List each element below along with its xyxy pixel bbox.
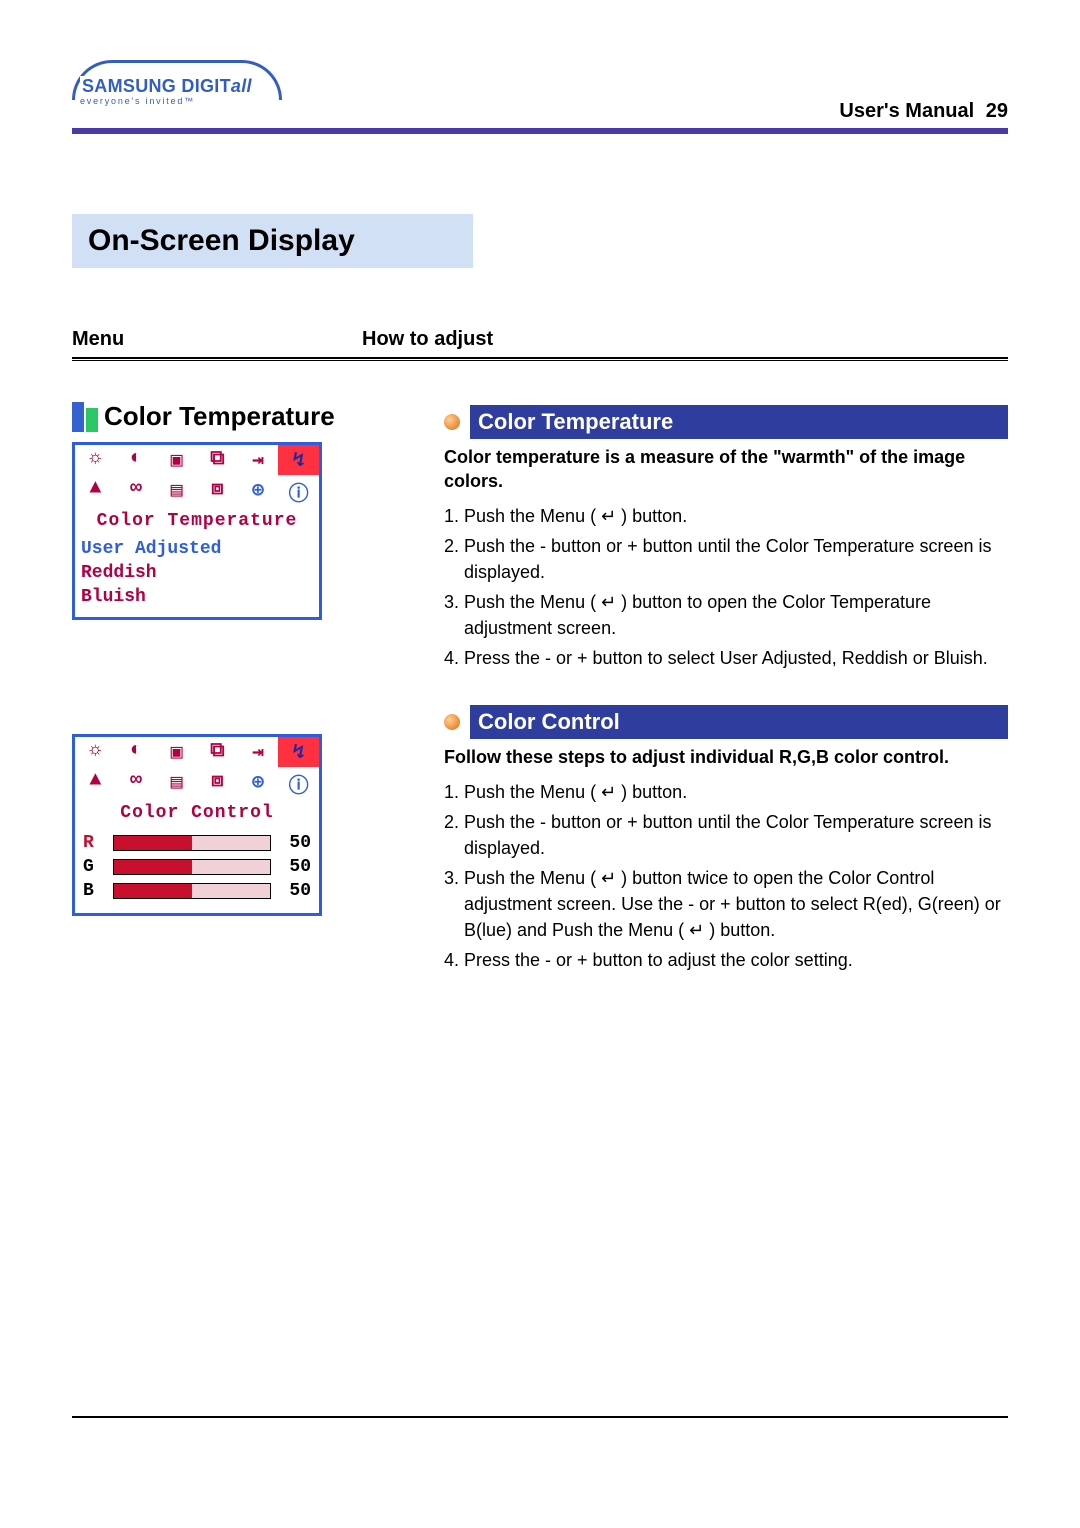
sharpness-icon: ▣ <box>156 445 197 475</box>
bar-row-g: G 50 <box>83 857 311 877</box>
bar-track-b <box>113 883 271 899</box>
pip-icon: ⧉ <box>197 737 238 767</box>
section1-title-bar: Color Temperature <box>444 405 1008 439</box>
osd1-title: Color Temperature <box>75 509 319 533</box>
hpos-icon: ⇥ <box>238 445 279 475</box>
bar-label-r: R <box>83 833 105 853</box>
section2-desc: Follow these steps to adjust individual … <box>444 745 1008 769</box>
ok-icon: ↯ <box>278 445 319 475</box>
ok-icon: ↯ <box>278 737 319 767</box>
osd2-title: Color Control <box>75 801 319 825</box>
page-title-bar: On-Screen Display <box>72 214 1008 268</box>
step: Push the Menu ( ↵ ) button. <box>464 503 1008 529</box>
hpos-icon: ⇥ <box>238 737 279 767</box>
brand-logo: SAMSUNG DIGITall everyone's invited™ <box>72 60 292 108</box>
osd1-opt-user: User Adjusted <box>81 537 313 561</box>
panel-icon: ▤ <box>156 767 197 801</box>
col-howto: How to adjust <box>362 328 493 351</box>
panel-icon: ▤ <box>156 475 197 509</box>
bar-label-b: B <box>83 881 105 901</box>
manual-label: User's Manual <box>839 100 974 122</box>
osd-color-control: ☼ ◐ ▣ ⧉ ⇥ ↯ ▲ ∞ ▤ ⧈ ⊕ ⓘ Color Control <box>72 734 322 916</box>
osd-icon-row-2: ☼ ◐ ▣ ⧉ ⇥ ↯ ▲ ∞ ▤ ⧈ ⊕ ⓘ <box>75 737 319 801</box>
bar-value-b: 50 <box>279 881 311 901</box>
pip-icon: ⧉ <box>197 445 238 475</box>
page-number: 29 <box>986 100 1008 122</box>
section1-desc: Color temperature is a measure of the "w… <box>444 445 1008 493</box>
osd-icon-row: ☼ ◐ ▣ ⧉ ⇥ ↯ ▲ ∞ ▤ ⧈ ⊕ ⓘ <box>75 445 319 509</box>
warning-icon: ▲ <box>75 767 116 801</box>
step: Push the - button or + button until the … <box>464 533 1008 585</box>
left-section-heading: Color Temperature <box>72 401 362 432</box>
step: Press the - or + button to adjust the co… <box>464 947 1008 973</box>
step: Push the Menu ( ↵ ) button to open the C… <box>464 589 1008 641</box>
info-icon: ⓘ <box>278 475 319 509</box>
brightness-icon: ☼ <box>75 737 116 767</box>
bar-track-g <box>113 859 271 875</box>
bar-value-g: 50 <box>279 857 311 877</box>
clock-icon: ⊕ <box>238 475 279 509</box>
osd-color-temperature: ☼ ◐ ▣ ⧉ ⇥ ↯ ▲ ∞ ▤ ⧈ ⊕ ⓘ Color Temperatur… <box>72 442 322 620</box>
brand-text-2: all <box>231 76 252 96</box>
bar-track-r <box>113 835 271 851</box>
info-icon: ⓘ <box>278 767 319 801</box>
brand-tagline: everyone's invited™ <box>80 96 195 106</box>
window-icon: ⧈ <box>197 767 238 801</box>
window-icon: ⧈ <box>197 475 238 509</box>
bar-row-b: B 50 <box>83 881 311 901</box>
page-title: On-Screen Display <box>72 214 473 268</box>
left-section-title: Color Temperature <box>104 401 335 432</box>
sharpness-icon: ▣ <box>156 737 197 767</box>
bar-label-g: G <box>83 857 105 877</box>
bullet-icon <box>444 414 460 430</box>
section2-steps: Push the Menu ( ↵ ) button. Push the - b… <box>464 779 1008 973</box>
footer-rule <box>72 1416 1008 1418</box>
brand-text-1: SAMSUNG DIGIT <box>82 76 231 96</box>
column-headers: Menu How to adjust <box>72 328 1008 351</box>
bar-row-r: R 50 <box>83 833 311 853</box>
section1-title: Color Temperature <box>470 405 1008 439</box>
col-menu: Menu <box>72 328 362 351</box>
contrast-icon: ◐ <box>116 445 157 475</box>
link-icon: ∞ <box>116 767 157 801</box>
clock-icon: ⊕ <box>238 767 279 801</box>
link-icon: ∞ <box>116 475 157 509</box>
manual-page: SAMSUNG DIGITall everyone's invited™ Use… <box>0 0 1080 1528</box>
step: Press the - or + button to select User A… <box>464 645 1008 671</box>
osd1-opt-reddish: Reddish <box>81 561 313 585</box>
page-header-right: User's Manual 29 <box>839 100 1008 123</box>
step: Push the Menu ( ↵ ) button twice to open… <box>464 865 1008 943</box>
section2-title-bar: Color Control <box>444 705 1008 739</box>
section1-steps: Push the Menu ( ↵ ) button. Push the - b… <box>464 503 1008 671</box>
step: Push the Menu ( ↵ ) button. <box>464 779 1008 805</box>
bar-value-r: 50 <box>279 833 311 853</box>
bullet-icon <box>444 714 460 730</box>
double-rule <box>72 357 1008 361</box>
osd1-opt-bluish: Bluish <box>81 585 313 609</box>
contrast-icon: ◐ <box>116 737 157 767</box>
brightness-icon: ☼ <box>75 445 116 475</box>
warning-icon: ▲ <box>75 475 116 509</box>
section2-title: Color Control <box>470 705 1008 739</box>
step: Push the - button or + button until the … <box>464 809 1008 861</box>
